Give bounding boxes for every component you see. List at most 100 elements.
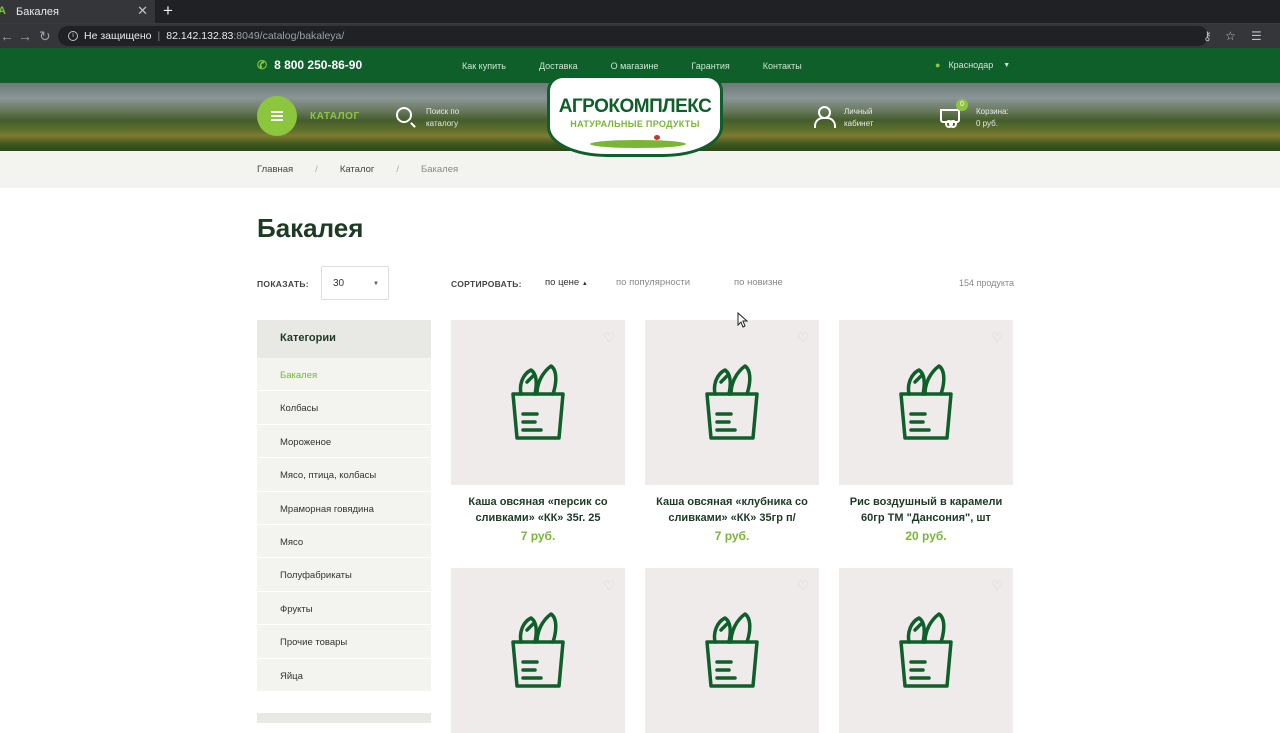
sidebar-item-polufabrikaty[interactable]: Полуфабрикаты	[257, 558, 431, 592]
breadcrumb-catalog[interactable]: Каталог	[340, 164, 375, 175]
product-name[interactable]: Каша овсяная «персик со сливками» «КК» 3…	[451, 494, 625, 526]
catalog-label[interactable]: КАТАЛОГ	[310, 111, 360, 122]
sort-by-price[interactable]: по цене ▲	[545, 277, 588, 288]
nav-delivery[interactable]: Доставка	[539, 61, 578, 71]
grocery-bag-icon	[705, 364, 759, 440]
nav-about[interactable]: О магазине	[611, 61, 659, 71]
product-image[interactable]: ♡	[645, 320, 819, 485]
cart-summary[interactable]: Корзина: 0 руб.	[976, 106, 1009, 130]
back-icon[interactable]: ←	[0, 28, 14, 44]
product-price: 20 руб.	[905, 529, 947, 543]
mouse-cursor-icon	[737, 312, 749, 328]
product-image[interactable]: ♡	[451, 568, 625, 733]
sidebar-item-frukty[interactable]: Фрукты	[257, 592, 431, 626]
top-navigation: Как купить Доставка О магазине Гарантия …	[462, 61, 835, 71]
new-tab-button[interactable]: +	[163, 1, 173, 21]
sidebar-item-morozhenoe[interactable]: Мороженое	[257, 425, 431, 459]
product-price: 7 руб.	[520, 529, 556, 543]
show-label: ПОКАЗАТЬ:	[257, 279, 309, 289]
sidebar-item-yaitsa[interactable]: Яйца	[257, 659, 431, 692]
hamburger-icon	[271, 115, 283, 117]
chevron-down-icon: ▼	[373, 281, 379, 287]
ladybug-icon	[654, 135, 660, 140]
product-image[interactable]: ♡	[451, 320, 625, 485]
sidebar-heading: Категории	[257, 320, 431, 358]
sidebar-item-bakaleya[interactable]: Бакалея	[257, 358, 431, 392]
favorite-heart-icon[interactable]: ♡	[991, 578, 1003, 594]
chevron-down-icon: ▼	[1003, 61, 1011, 69]
search-label[interactable]: Поиск по каталогу	[426, 106, 486, 130]
browser-toolbar: ← → ↻ i Не защищено | 82.142.132.83:8049…	[0, 23, 1280, 48]
grocery-bag-icon	[899, 612, 953, 688]
phone-text: 8 800 250-86-90	[274, 58, 363, 72]
sidebar-item-prochie[interactable]: Прочие товары	[257, 625, 431, 659]
catalog-toolbar: ПОКАЗАТЬ: 30 ▼ СОРТИРОВАТЬ: по цене ▲ по…	[257, 266, 1014, 301]
star-icon[interactable]: ☆	[1225, 29, 1236, 43]
reload-icon[interactable]: ↻	[39, 28, 51, 44]
product-image[interactable]: ♡	[645, 568, 819, 733]
sidebar-item-kolbasy[interactable]: Колбасы	[257, 391, 431, 425]
city-selector[interactable]: ● Краснодар ▼	[935, 60, 1010, 70]
nav-how-to-buy[interactable]: Как купить	[462, 61, 506, 71]
sidebar-item-myaso-ptitsa[interactable]: Мясо, птица, колбасы	[257, 458, 431, 492]
browser-tabbar: A Бакалея ✕ +	[0, 0, 1280, 23]
favorite-heart-icon[interactable]: ♡	[797, 578, 809, 594]
per-page-select[interactable]: 30 ▼	[321, 266, 389, 300]
logo-title: АГРОКОМПЛЕКС	[558, 96, 712, 117]
sort-by-popularity[interactable]: по популярности	[616, 277, 690, 288]
grocery-bag-icon	[511, 612, 565, 688]
sort-by-newest[interactable]: по новизне	[734, 277, 783, 288]
phone-number[interactable]: ✆ 8 800 250-86-90	[257, 58, 362, 72]
close-tab-icon[interactable]: ✕	[137, 3, 148, 19]
product-card[interactable]: ♡	[839, 568, 1013, 733]
page-title: Бакалея	[257, 213, 364, 243]
cart-count-badge: 0	[956, 99, 968, 111]
key-icon[interactable]: ⚷	[1203, 29, 1212, 43]
breadcrumb-separator: /	[315, 164, 318, 175]
product-card[interactable]: ♡ Рис воздушный в карамели 60гр ТМ "Данс…	[839, 320, 1013, 543]
location-pin-icon: ●	[935, 60, 941, 70]
product-card[interactable]: ♡	[645, 568, 819, 733]
forward-icon[interactable]: →	[18, 28, 32, 44]
product-image[interactable]: ♡	[839, 320, 1013, 485]
nav-contacts[interactable]: Контакты	[763, 61, 802, 71]
favorite-heart-icon[interactable]: ♡	[991, 330, 1003, 346]
cart-label: Корзина:	[976, 107, 1009, 116]
product-price: 7 руб.	[714, 529, 750, 543]
logo-leaf-icon	[590, 140, 686, 148]
browser-tab[interactable]: A Бакалея ✕	[0, 0, 155, 23]
breadcrumb-separator: /	[396, 164, 399, 175]
favorite-heart-icon[interactable]: ♡	[603, 578, 615, 594]
address-bar[interactable]: i Не защищено | 82.142.132.83:8049/catal…	[58, 26, 1208, 46]
site-logo[interactable]: АГРОКОМПЛЕКС НАТУРАЛЬНЫЕ ПРОДУКТЫ	[547, 75, 723, 157]
tab-title: Бакалея	[16, 5, 60, 18]
sort-by-price-label: по цене	[545, 277, 580, 288]
city-name: Краснодар	[948, 60, 994, 70]
account-label[interactable]: Личный кабинет	[844, 106, 888, 130]
site-header: КАТАЛОГ Поиск по каталогу АГРОКОМПЛЕКС Н…	[0, 75, 1280, 157]
catalog-menu-button[interactable]	[257, 96, 297, 136]
product-card[interactable]: ♡ Каша овсяная «клубника со сливками» «К…	[645, 320, 819, 543]
favorite-heart-icon[interactable]: ♡	[603, 330, 615, 346]
info-icon[interactable]: i	[68, 31, 78, 41]
sidebar-item-marble-beef[interactable]: Мраморная говядина	[257, 492, 431, 525]
extension-icon[interactable]: ☰	[1251, 29, 1262, 43]
search-icon[interactable]	[396, 107, 412, 123]
logo-subtitle: НАТУРАЛЬНЫЕ ПРОДУКТЫ	[570, 119, 700, 129]
favorite-heart-icon[interactable]: ♡	[797, 330, 809, 346]
product-card[interactable]: ♡ Каша овсяная «персик со сливками» «КК»…	[451, 320, 625, 543]
not-secure-label: Не защищено	[84, 30, 152, 42]
grocery-bag-icon	[511, 364, 565, 440]
breadcrumb-home[interactable]: Главная	[257, 164, 293, 175]
product-card[interactable]: ♡	[451, 568, 625, 733]
sidebar-item-myaso[interactable]: Мясо	[257, 525, 431, 559]
product-image[interactable]: ♡	[839, 568, 1013, 733]
category-list: Бакалея Колбасы Мороженое Мясо, птица, к…	[257, 358, 431, 692]
product-name[interactable]: Каша овсяная «клубника со сливками» «КК»…	[645, 494, 819, 526]
user-icon[interactable]	[814, 106, 836, 128]
favicon-icon: A	[0, 5, 6, 17]
breadcrumb-current: Бакалея	[421, 164, 459, 175]
product-name[interactable]: Рис воздушный в карамели 60гр ТМ "Дансон…	[839, 494, 1013, 526]
nav-guarantee[interactable]: Гарантия	[691, 61, 729, 71]
cart-icon[interactable]	[940, 109, 960, 128]
